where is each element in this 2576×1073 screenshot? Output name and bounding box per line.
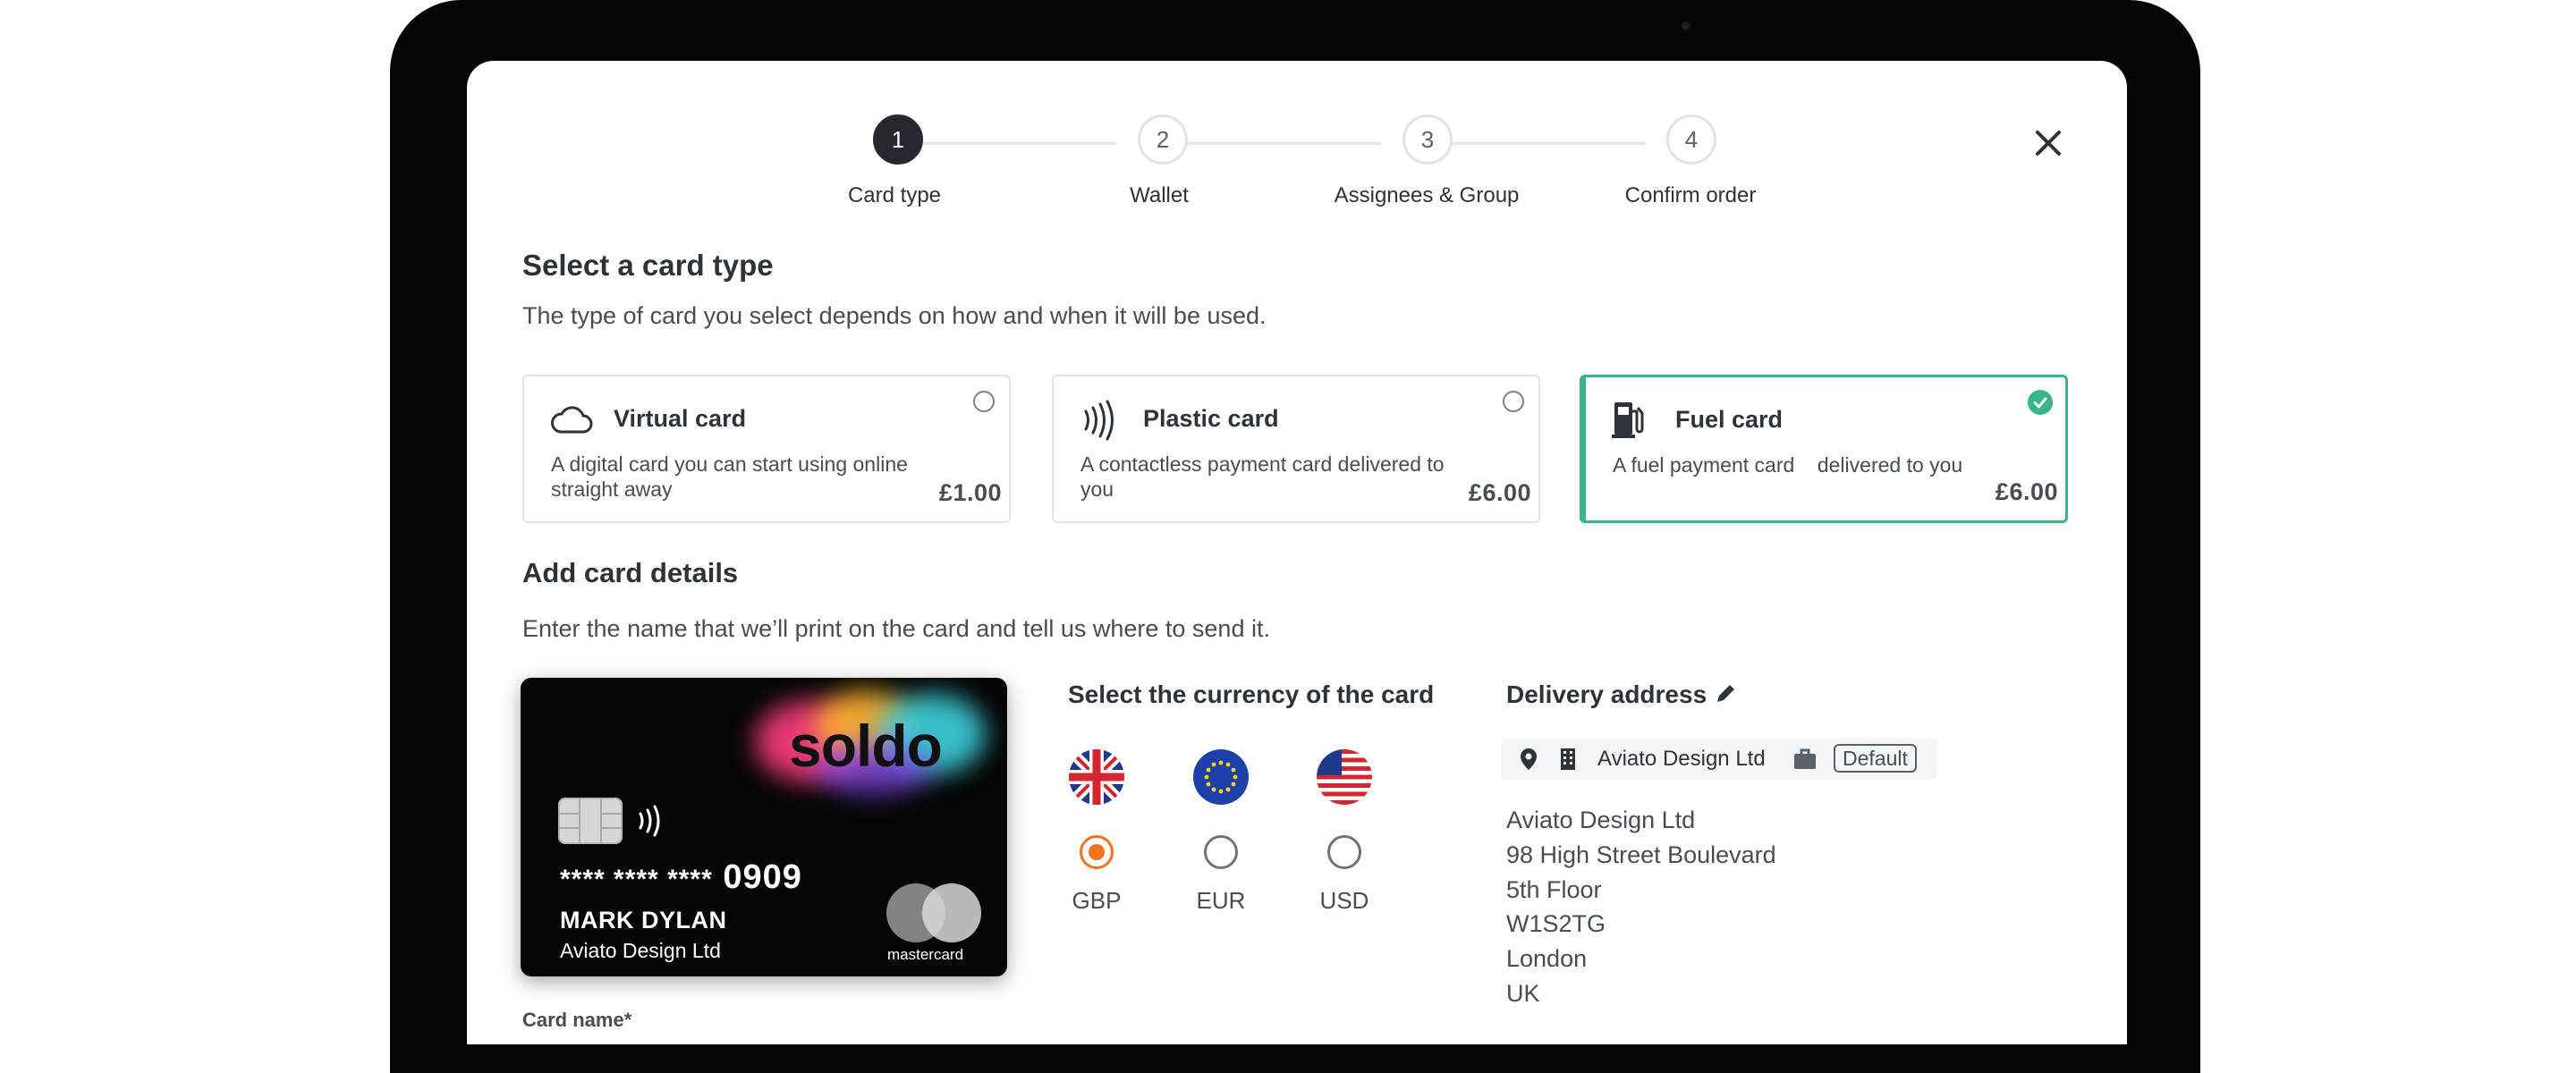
cloud-icon [551, 406, 593, 434]
plastic-card-price: £6.00 [1468, 479, 1531, 506]
mastercard-logo-icon [886, 883, 981, 942]
contactless-icon [1084, 400, 1114, 441]
step-connector [1166, 142, 1381, 145]
step-3-label: Assignees & Group [1334, 183, 1520, 207]
step-2-indicator[interactable]: 2 [1138, 114, 1188, 165]
currency-radio-eur[interactable] [1204, 835, 1238, 869]
card-holder-name: MARK DYLAN [560, 907, 727, 934]
close-button[interactable] [2023, 118, 2073, 168]
plastic-card-title: Plastic card [1143, 405, 1279, 432]
mastercard-wordmark: mastercard [887, 946, 964, 963]
location-pin-icon [1521, 748, 1537, 770]
step-2-label: Wallet [1130, 183, 1189, 207]
step-connector [1431, 142, 1646, 145]
building-icon [1561, 748, 1575, 770]
plastic-card-option[interactable]: Plastic card A contactless payment card … [1052, 375, 1540, 523]
eu-flag-icon [1193, 749, 1249, 805]
virtual-card-radio[interactable] [973, 391, 995, 412]
uk-flag-icon [1069, 749, 1124, 805]
card-name-label: Card name* [522, 1009, 632, 1031]
address-line-1: Aviato Design Ltd [1506, 807, 1696, 833]
address-line-6: UK [1506, 980, 1540, 1007]
fuel-card-price: £6.00 [1995, 478, 2058, 505]
fuel-card-title: Fuel card [1675, 406, 1784, 433]
currency-label-gbp: GBP [1072, 887, 1122, 914]
step-3-indicator[interactable]: 3 [1402, 114, 1453, 165]
virtual-card-price: £1.00 [938, 479, 1002, 506]
card-details-subtitle: Enter the name that we’ll print on the c… [522, 615, 1270, 642]
delivery-title: Delivery address [1506, 680, 1737, 709]
plastic-card-radio[interactable] [1503, 391, 1524, 412]
card-preview: soldo **** **** **** 0909 MARK DYLAN Avi… [521, 678, 1007, 976]
plastic-card-description: A contactless payment card delivered to … [1080, 452, 1445, 501]
step-4-indicator[interactable]: 4 [1666, 114, 1716, 165]
step-1-indicator[interactable]: 1 [873, 114, 923, 165]
address-line-2: 98 High Street Boulevard [1506, 841, 1776, 868]
camera-dot [1682, 21, 1690, 30]
currency-radio-gbp[interactable] [1080, 835, 1114, 869]
default-badge: Default [1834, 744, 1917, 773]
fuel-card-description: A fuel payment card delivered to you [1613, 453, 1963, 477]
step-1-label: Card type [847, 183, 942, 207]
card-number: **** **** **** 0909 [560, 858, 802, 897]
address-chip-name: Aviato Design Ltd [1597, 747, 1766, 771]
us-flag-icon [1317, 749, 1372, 805]
step-connector [902, 142, 1116, 145]
close-icon [2036, 131, 2061, 156]
fuel-card-selected-check[interactable] [2028, 390, 2053, 415]
currency-title: Select the currency of the card [1068, 680, 1435, 708]
soldo-logo: soldo [789, 713, 943, 779]
fuel-card-option[interactable]: Fuel card A fuel payment card delivered … [1580, 375, 2068, 523]
pencil-icon[interactable] [1714, 682, 1737, 705]
card-details-title: Add card details [522, 557, 739, 588]
fuel-pump-icon [1612, 402, 1644, 438]
card-type-title: Select a card type [522, 249, 774, 282]
address-line-5: London [1506, 945, 1588, 972]
card-company: Aviato Design Ltd [560, 939, 721, 962]
card-type-subtitle: The type of card you select depends on h… [522, 302, 1267, 329]
order-card-modal: 1 2 3 4 Card type Wallet Assignees & Gro… [467, 61, 2127, 1044]
currency-label-usd: USD [1319, 887, 1369, 914]
currency-label-eur: EUR [1196, 887, 1246, 914]
delivery-title-text: Delivery address [1506, 680, 1707, 708]
address-line-3: 5th Floor [1506, 876, 1602, 903]
address-line-4: W1S2TG [1506, 910, 1606, 937]
card-number-masked: **** **** **** [560, 865, 713, 894]
contactless-icon [639, 805, 660, 837]
virtual-card-option[interactable]: Virtual card A digital card you can star… [522, 375, 1011, 523]
virtual-card-title: Virtual card [614, 405, 747, 432]
address-selector-chip[interactable]: Aviato Design Ltd Default [1501, 739, 1937, 780]
briefcase-icon [1794, 748, 1816, 769]
check-icon [2033, 397, 2047, 409]
chip-icon [558, 798, 623, 844]
currency-radio-usd[interactable] [1327, 835, 1361, 869]
virtual-card-description: A digital card you can start using onlin… [551, 452, 908, 501]
card-number-last4: 0909 [723, 858, 802, 896]
step-4-label: Confirm order [1624, 183, 1757, 207]
